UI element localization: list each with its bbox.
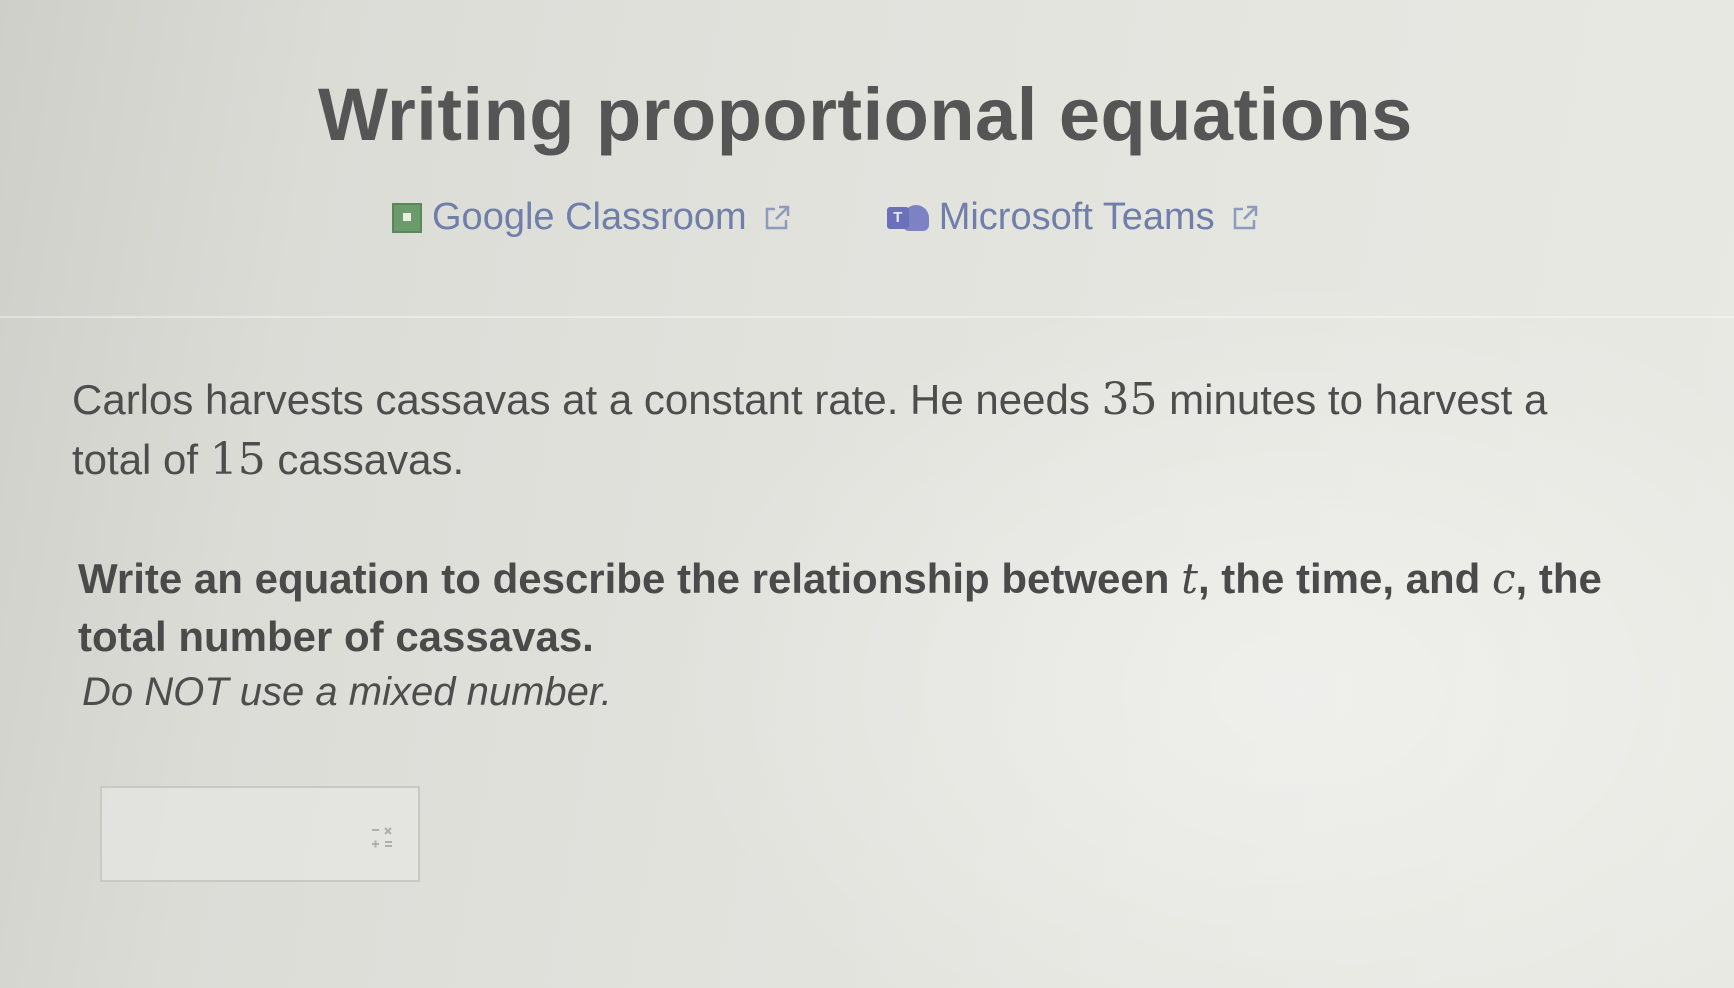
problem-text-3: cassavas. [265, 436, 465, 483]
section-divider [0, 316, 1734, 318]
problem-total: 15 [209, 434, 266, 485]
problem-statement: Carlos harvests cassavas at a constant r… [72, 370, 1632, 490]
math-keypad-icon[interactable] [368, 824, 398, 852]
problem-minutes: 35 [1101, 374, 1158, 425]
external-link-icon [1231, 204, 1259, 232]
variable-c: c [1492, 554, 1516, 603]
google-classroom-label: Google Classroom [432, 196, 747, 238]
microsoft-teams-label: Microsoft Teams [938, 196, 1215, 238]
external-link-icon [763, 204, 791, 232]
question-text-1: Write an equation to describe the relati… [78, 555, 1182, 602]
microsoft-teams-share-link[interactable]: T Microsoft Teams [886, 196, 1259, 239]
page-title: Writing proportional equations [318, 73, 1413, 156]
exercise-page: Writing proportional equations Google Cl… [0, 0, 1734, 988]
answer-input[interactable] [100, 786, 420, 882]
google-classroom-icon [392, 202, 422, 233]
question-text-2: , the time, and [1197, 555, 1493, 602]
instruction-note: Do NOT use a mixed number. [82, 670, 612, 714]
variable-t: t [1181, 554, 1198, 603]
google-classroom-share-link[interactable]: Google Classroom [392, 196, 791, 239]
problem-text-1: Carlos harvests cassavas at a constant r… [72, 376, 1102, 423]
question-prompt: Write an equation to describe the relati… [78, 550, 1678, 666]
share-links: Google Classroom T Microsoft Teams [392, 196, 1259, 239]
microsoft-teams-icon: T [886, 201, 931, 235]
